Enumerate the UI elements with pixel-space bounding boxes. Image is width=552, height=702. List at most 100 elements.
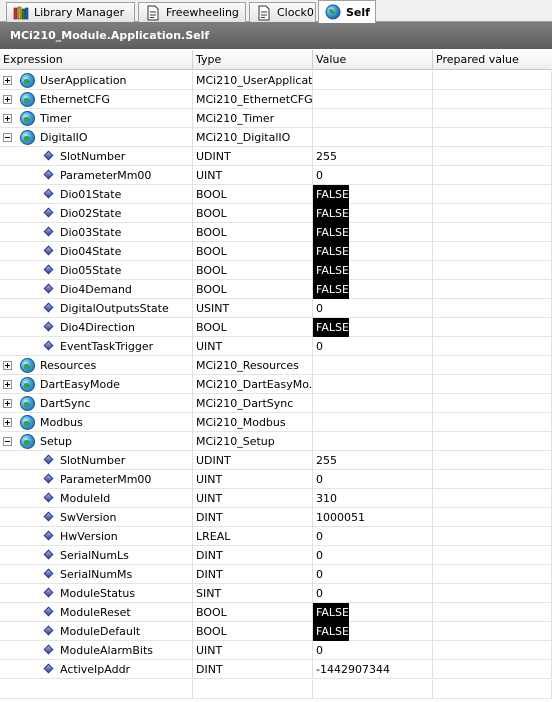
table-row[interactable]: Dio01State BOOL FALSE (0, 185, 552, 204)
expression-cell: DartEasyMode (0, 375, 193, 394)
prepared-value-cell[interactable] (433, 660, 552, 679)
variable-icon (43, 473, 54, 484)
table-row[interactable]: SlotNumber UDINT 255 (0, 147, 552, 166)
prepared-value-cell[interactable] (433, 223, 552, 242)
prepared-value-cell[interactable] (433, 109, 552, 128)
table-row[interactable]: SerialNumMs DINT 0 (0, 565, 552, 584)
table-row[interactable]: ModuleDefault BOOL FALSE (0, 622, 552, 641)
table-row[interactable]: UserApplication MCi210_UserApplicat... (0, 71, 552, 90)
expand-plus-icon[interactable] (3, 380, 12, 389)
prepared-value-cell[interactable] (433, 318, 552, 337)
expression-cell: Dio03State (0, 223, 193, 242)
prepared-value-cell[interactable] (433, 90, 552, 109)
type-cell: UINT (193, 470, 313, 489)
table-row[interactable]: DartEasyMode MCi210_DartEasyMo... (0, 375, 552, 394)
table-row[interactable]: DartSync MCi210_DartSync (0, 394, 552, 413)
expression-cell: ModuleReset (0, 603, 193, 622)
prepared-value-cell[interactable] (433, 432, 552, 451)
table-row[interactable]: Dio04State BOOL FALSE (0, 242, 552, 261)
table-row[interactable]: Timer MCi210_Timer (0, 109, 552, 128)
table-row[interactable]: DigitalIO MCi210_DigitalIO (0, 128, 552, 147)
table-row[interactable]: ModuleId UINT 310 (0, 489, 552, 508)
prepared-value-cell[interactable] (433, 546, 552, 565)
table-row[interactable]: Dio05State BOOL FALSE (0, 261, 552, 280)
prepared-value-cell[interactable] (433, 584, 552, 603)
column-header-value[interactable]: Value (313, 50, 433, 70)
prepared-value-cell[interactable] (433, 451, 552, 470)
empty-table-row (0, 680, 552, 699)
table-row[interactable]: EthernetCFG MCi210_EthernetCFG (0, 90, 552, 109)
table-row[interactable]: Dio4Demand BOOL FALSE (0, 280, 552, 299)
expression-cell: ModuleDefault (0, 622, 193, 641)
prepared-value-cell[interactable] (433, 622, 552, 641)
column-header-prepared-value[interactable]: Prepared value (433, 50, 552, 70)
prepared-value-cell[interactable] (433, 299, 552, 318)
table-row[interactable]: SerialNumLs DINT 0 (0, 546, 552, 565)
prepared-value-cell[interactable] (433, 470, 552, 489)
table-row[interactable]: ModuleStatus SINT 0 (0, 584, 552, 603)
type-cell: UDINT (193, 147, 313, 166)
value-cell: FALSE (313, 204, 433, 223)
table-row[interactable]: ModuleReset BOOL FALSE (0, 603, 552, 622)
prepared-value-cell[interactable] (433, 185, 552, 204)
table-row[interactable]: ParameterMm00 UINT 0 (0, 470, 552, 489)
table-row[interactable]: DigitalOutputsState USINT 0 (0, 299, 552, 318)
prepared-value-cell[interactable] (433, 413, 552, 432)
prepared-value-cell[interactable] (433, 356, 552, 375)
table-row[interactable]: HwVersion LREAL 0 (0, 527, 552, 546)
table-row[interactable]: SwVersion DINT 1000051 (0, 508, 552, 527)
expression-cell[interactable] (0, 680, 193, 699)
table-row[interactable]: Dio02State BOOL FALSE (0, 204, 552, 223)
tab-clock0[interactable]: Clock0 (249, 2, 316, 22)
table-row[interactable]: Dio03State BOOL FALSE (0, 223, 552, 242)
expression-cell: Dio05State (0, 261, 193, 280)
prepared-value-cell[interactable] (433, 375, 552, 394)
expand-plus-icon[interactable] (3, 399, 12, 408)
expression-cell: ParameterMm00 (0, 470, 193, 489)
table-row[interactable]: ModuleAlarmBits UINT 0 (0, 641, 552, 660)
prepared-value-cell[interactable] (433, 394, 552, 413)
prepared-value-cell[interactable] (433, 680, 552, 699)
expand-plus-icon[interactable] (3, 418, 12, 427)
prepared-value-cell[interactable] (433, 337, 552, 356)
prepared-value-cell[interactable] (433, 527, 552, 546)
value-cell: 0 (313, 546, 433, 565)
table-row[interactable]: ActiveIpAddr DINT -1442907344 (0, 660, 552, 679)
expand-plus-icon[interactable] (3, 76, 12, 85)
table-row[interactable]: SlotNumber UDINT 255 (0, 451, 552, 470)
prepared-value-cell[interactable] (433, 242, 552, 261)
prepared-value-cell[interactable] (433, 128, 552, 147)
table-row[interactable]: Dio4Direction BOOL FALSE (0, 318, 552, 337)
table-row[interactable]: EventTaskTrigger UINT 0 (0, 337, 552, 356)
collapse-minus-icon[interactable] (3, 133, 12, 142)
prepared-value-cell[interactable] (433, 489, 552, 508)
table-row[interactable]: Modbus MCi210_Modbus (0, 413, 552, 432)
prepared-value-cell[interactable] (433, 280, 552, 299)
prepared-value-cell[interactable] (433, 147, 552, 166)
prepared-value-cell[interactable] (433, 261, 552, 280)
prepared-value-cell[interactable] (433, 71, 552, 90)
table-row[interactable]: Resources MCi210_Resources (0, 356, 552, 375)
column-header-expression[interactable]: Expression (0, 50, 193, 70)
tab-self[interactable]: Self (318, 0, 376, 23)
boolean-value-badge: FALSE (313, 204, 349, 223)
column-header-type[interactable]: Type (193, 50, 313, 70)
expand-plus-icon[interactable] (3, 95, 12, 104)
expand-plus-icon[interactable] (3, 114, 12, 123)
prepared-value-cell[interactable] (433, 603, 552, 622)
table-row[interactable]: ParameterMm00 UINT 0 (0, 166, 552, 185)
expand-plus-icon[interactable] (3, 361, 12, 370)
expression-cell: EventTaskTrigger (0, 337, 193, 356)
expression-label: ModuleAlarmBits (60, 644, 154, 657)
prepared-value-cell[interactable] (433, 641, 552, 660)
prepared-value-cell[interactable] (433, 166, 552, 185)
value-cell: 0 (313, 470, 433, 489)
prepared-value-cell[interactable] (433, 565, 552, 584)
tab-library-manager[interactable]: Library Manager (6, 2, 135, 22)
collapse-minus-icon[interactable] (3, 437, 12, 446)
tab-freewheeling[interactable]: Freewheeling (138, 2, 246, 22)
prepared-value-cell[interactable] (433, 508, 552, 527)
prepared-value-cell[interactable] (433, 204, 552, 223)
expression-cell: SwVersion (0, 508, 193, 527)
table-row[interactable]: Setup MCi210_Setup (0, 432, 552, 451)
